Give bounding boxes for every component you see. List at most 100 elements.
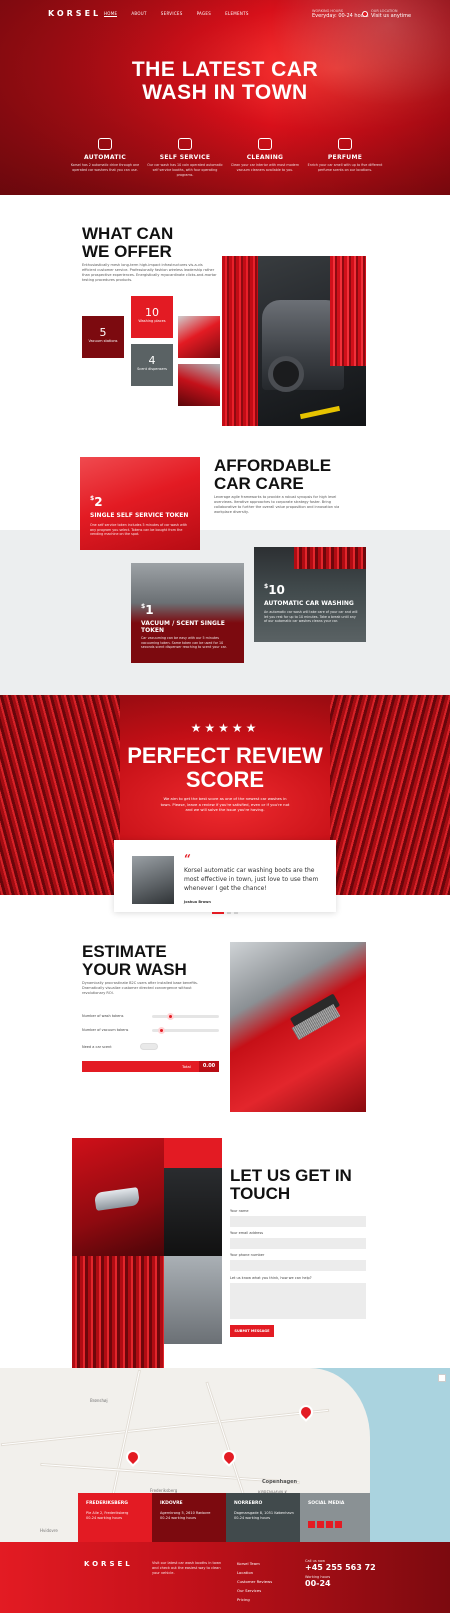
wash-tokens-slider[interactable] [152,1013,219,1020]
wash-tokens-slider-handle[interactable] [167,1013,174,1020]
footer-link-reviews[interactable]: Customer Reviews [237,1577,272,1586]
footer-contact: Call us now +45 255 563 72 Working hours… [305,1559,376,1588]
pagination-dot[interactable] [234,912,238,914]
footer-link-location[interactable]: Location [237,1568,272,1577]
feature-title: PERFUME [327,154,363,161]
phone-number[interactable]: +45 255 563 72 [305,1563,376,1572]
office-hours: 00-24 working hours [234,1516,271,1520]
price-card-vacuum-scent-token[interactable]: $1 VACUUM / SCENT SINGLE TOKEN Car vacuu… [131,563,244,663]
affordable-heading: AFFORDABLE CAR CARE [214,456,332,493]
estimate-heading: ESTIMATE YOUR WASH [82,942,187,979]
office-address: Agernkrong 5, 2610 Rødovre [160,1511,211,1515]
car-wheel-shape [268,356,304,392]
vacuum-tokens-slider-handle[interactable] [158,1027,165,1034]
self-service-icon [178,138,192,150]
car-scent-toggle[interactable] [140,1043,158,1050]
feature-text: Clean your car interior with most modern… [230,163,300,172]
name-input[interactable] [230,1216,366,1227]
total-value: 0.00 [199,1061,219,1072]
cleaning-icon [258,138,272,150]
office-norrebro: NORREBRO Dagmarsgade 8, 1051 København 00… [226,1493,300,1542]
stat-value: 4 [148,354,156,367]
office-details: Ple Alle 2, Frederiksberg 00-24 working h… [86,1511,128,1521]
site-footer [0,1542,450,1613]
card-text: Car vacuuming can be easy with our 5 min… [141,636,227,649]
contact-red-block [164,1138,222,1168]
map-label: Copenhagen [262,1479,298,1485]
stat-scent-dispensers: 4 Scent dispensers [131,344,173,386]
map-fullscreen-icon[interactable] [438,1374,446,1382]
feature-text: Our car wash has 10 coin operated automa… [147,163,223,177]
footer-link-services[interactable]: Our Services [237,1586,272,1595]
wash-brush-right [330,256,366,366]
offer-thumb-red-car [178,316,220,358]
feature-self-service: SELF SERVICE Our car wash has 10 coin op… [146,138,224,178]
contact-photo-brushes [72,1256,164,1370]
nav-elements[interactable]: ELEMENTS [225,11,249,17]
offer-heading: WHAT CAN WE OFFER [82,224,174,261]
stat-washing-places: 10 Washing places [131,296,173,338]
vacuum-tokens-slider[interactable] [152,1027,219,1034]
footer-hours-value: 00-24 [305,1579,331,1588]
car-scent-label: Need a car scent [82,1045,112,1049]
working-hours: WORKING HOURS Everyday: 00-24 hours [312,9,369,19]
nav-home[interactable]: HOME [104,11,118,17]
map-label: Brønshøj [90,1398,108,1403]
nav-pages[interactable]: PAGES [197,11,212,17]
total-label: Total [182,1064,191,1069]
review-subtitle: We aim to get the best score as one of t… [160,796,290,812]
site-logo[interactable]: KORSEL [48,9,101,18]
nav-about[interactable]: ABOUT [131,11,146,17]
office-name: IKDOVRE [160,1501,183,1506]
pagination-dot-active[interactable] [212,912,224,914]
estimate-paragraph: Dynamically procrastinate B2C users afte… [82,981,198,995]
office-details: Dagmarsgade 8, 1051 København 00-24 worki… [234,1511,294,1521]
contact-heading: LET US GET IN TOUCH [230,1166,352,1203]
location-value: Visit us anytime [371,13,412,19]
affordable-paragraph: Leverage agile frameworks to provide a r… [214,495,340,514]
car-icon [98,138,112,150]
feature-text: Korsel has 2 automatic drive through one… [70,163,140,172]
contact-photo-wheel [164,1168,222,1256]
feature-title: AUTOMATIC [83,154,127,161]
top-navigation: KORSEL HOME ABOUT SERVICES PAGES ELEMENT… [0,0,450,30]
wash-tokens-label: Number of wash tokens [82,1014,124,1018]
message-textarea[interactable] [230,1283,366,1319]
contact-photo-spray [164,1256,222,1344]
message-field-label: Let us know what you think, how we can h… [230,1276,312,1280]
email-input[interactable] [230,1238,366,1249]
instagram-icon[interactable] [335,1521,342,1528]
submit-message-button[interactable]: SUBMIT MESSAGE [230,1325,274,1337]
stat-label: Scent dispensers [137,367,167,371]
nav-services[interactable]: SERVICES [161,11,183,17]
office-hours: 00-24 working hours [86,1516,123,1520]
testimonial-quote: Korsel automatic car washing boots are t… [184,867,319,892]
facebook-icon[interactable] [308,1521,315,1528]
stat-value: 10 [145,306,159,319]
nav-links: HOME ABOUT SERVICES PAGES ELEMENTS [104,11,249,17]
footer-text: Visit our latest car wash booths in town… [152,1561,222,1575]
footer-link-team[interactable]: Korsel Team [237,1559,272,1568]
price-value: $2 [90,495,103,509]
twitter-icon[interactable] [317,1521,324,1528]
office-ikdovre: IKDOVRE Agernkrong 5, 2610 Rødovre 00-24 … [152,1493,226,1542]
stat-label: Vacuum stations [88,339,118,343]
price-card-automatic-washing[interactable]: $10 AUTOMATIC CAR WASHING An automatic c… [254,547,366,642]
stat-value: 5 [99,326,107,339]
quote-icon: “ [184,852,191,866]
card-title: VACUUM / SCENT SINGLE TOKEN [141,620,225,634]
phone-input[interactable] [230,1260,366,1271]
map-pin-icon[interactable] [123,1447,143,1467]
office-name: FREDERIKSBERG [86,1501,128,1506]
footer-link-pricing[interactable]: Pricing [237,1595,272,1604]
location-info[interactable]: OUR LOCATION Visit us anytime [360,9,412,19]
price-value: $10 [264,583,285,597]
youtube-icon[interactable] [326,1521,333,1528]
office-name: NORREBRO [234,1501,263,1506]
footer-logo[interactable]: KORSEL [84,1560,133,1568]
working-hours-title: WORKING HOURS [312,9,344,13]
working-hours-value: Everyday: 00-24 hours [312,13,369,19]
pagination-dot[interactable] [227,912,231,914]
price-card-self-service-token[interactable]: $2 SINGLE SELF SERVICE TOKEN One self se… [80,457,200,550]
name-field-label: Your name [230,1209,249,1213]
